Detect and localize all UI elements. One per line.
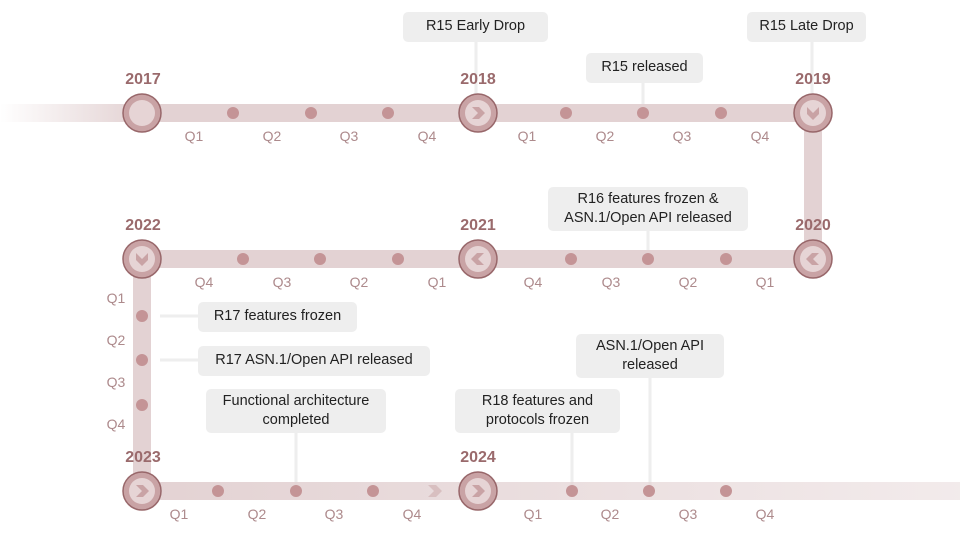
quarter-label: Q2 bbox=[600, 506, 620, 522]
quarter-label: Q4 bbox=[417, 128, 437, 144]
quarter-dot bbox=[392, 253, 404, 265]
quarter-label: Q1 bbox=[427, 274, 447, 290]
quarter-dot bbox=[566, 485, 578, 497]
quarter-label: Q2 bbox=[678, 274, 698, 290]
quarter-label: Q2 bbox=[106, 332, 126, 348]
year-label-2023: 2023 bbox=[125, 449, 161, 466]
year-label-2020: 2020 bbox=[795, 217, 831, 234]
milestone-callout-asn1-released: ASN.1/Open API released bbox=[576, 334, 724, 378]
quarter-label: Q4 bbox=[194, 274, 214, 290]
year-node bbox=[458, 471, 498, 511]
quarter-label: Q4 bbox=[750, 128, 770, 144]
quarter-label: Q2 bbox=[247, 506, 267, 522]
milestone-callout-r15-late-drop: R15 Late Drop bbox=[747, 12, 866, 42]
year-node bbox=[458, 239, 498, 279]
quarter-dot bbox=[565, 253, 577, 265]
track-row-3 bbox=[142, 482, 960, 500]
year-label-2022: 2022 bbox=[125, 217, 161, 234]
quarter-label: Q1 bbox=[169, 506, 189, 522]
year-label-2019: 2019 bbox=[795, 71, 831, 88]
year-label-2017: 2017 bbox=[125, 71, 161, 88]
quarter-label: Q4 bbox=[402, 506, 422, 522]
quarter-label: Q3 bbox=[601, 274, 621, 290]
quarter-dot bbox=[237, 253, 249, 265]
quarter-dot bbox=[136, 354, 148, 366]
quarter-label: Q3 bbox=[272, 274, 292, 290]
quarter-label: Q3 bbox=[672, 128, 692, 144]
milestone-callout-r15-early-drop: R15 Early Drop bbox=[403, 12, 548, 42]
quarter-dot bbox=[136, 399, 148, 411]
quarter-label: Q1 bbox=[755, 274, 775, 290]
year-label-2021: 2021 bbox=[460, 217, 496, 234]
milestone-callout-r17-frozen: R17 features frozen bbox=[198, 302, 357, 332]
milestone-callout-functional-architecture: Functional architecture completed bbox=[206, 389, 386, 433]
quarter-dot bbox=[637, 107, 649, 119]
year-node bbox=[122, 471, 162, 511]
quarter-label: Q1 bbox=[517, 128, 537, 144]
year-label-2024: 2024 bbox=[460, 449, 496, 466]
timeline-diagram: 2017 2018 2019 2020 2021 2022 2023 2024 … bbox=[0, 0, 960, 537]
quarter-label: Q2 bbox=[262, 128, 282, 144]
quarter-label: Q2 bbox=[595, 128, 615, 144]
year-node bbox=[793, 93, 833, 133]
year-node bbox=[122, 93, 162, 133]
quarter-dot bbox=[305, 107, 317, 119]
quarter-dot bbox=[720, 485, 732, 497]
quarter-dot bbox=[290, 485, 302, 497]
quarter-label: Q1 bbox=[184, 128, 204, 144]
quarter-dot bbox=[642, 253, 654, 265]
milestone-callout-r15-released: R15 released bbox=[586, 53, 703, 83]
quarter-label: Q3 bbox=[678, 506, 698, 522]
node-center bbox=[129, 100, 155, 126]
year-node bbox=[458, 93, 498, 133]
quarter-label: Q3 bbox=[339, 128, 359, 144]
quarter-dot bbox=[720, 253, 732, 265]
quarter-label: Q3 bbox=[106, 374, 126, 390]
quarter-label: Q4 bbox=[106, 416, 126, 432]
quarter-dot bbox=[314, 253, 326, 265]
quarter-dot bbox=[715, 107, 727, 119]
milestone-callout-r18-frozen: R18 features and protocols frozen bbox=[455, 389, 620, 433]
quarter-dot bbox=[136, 310, 148, 322]
quarter-dot bbox=[212, 485, 224, 497]
quarter-label: Q1 bbox=[106, 290, 126, 306]
quarter-label: Q1 bbox=[523, 506, 543, 522]
quarter-dot bbox=[560, 107, 572, 119]
quarter-label: Q3 bbox=[324, 506, 344, 522]
year-node bbox=[122, 239, 162, 279]
quarter-dot bbox=[382, 107, 394, 119]
milestone-callout-r16-frozen: R16 features frozen & ASN.1/Open API rel… bbox=[548, 187, 748, 231]
quarter-label: Q4 bbox=[523, 274, 543, 290]
milestone-callout-r17-asn1: R17 ASN.1/Open API released bbox=[198, 346, 430, 376]
quarter-label: Q4 bbox=[755, 506, 775, 522]
quarter-dot bbox=[227, 107, 239, 119]
quarter-dot bbox=[367, 485, 379, 497]
quarter-label: Q2 bbox=[349, 274, 369, 290]
quarter-dot bbox=[643, 485, 655, 497]
track-lead-in bbox=[0, 104, 142, 122]
track-connector-right bbox=[804, 113, 822, 259]
year-node bbox=[793, 239, 833, 279]
year-label-2018: 2018 bbox=[460, 71, 496, 88]
